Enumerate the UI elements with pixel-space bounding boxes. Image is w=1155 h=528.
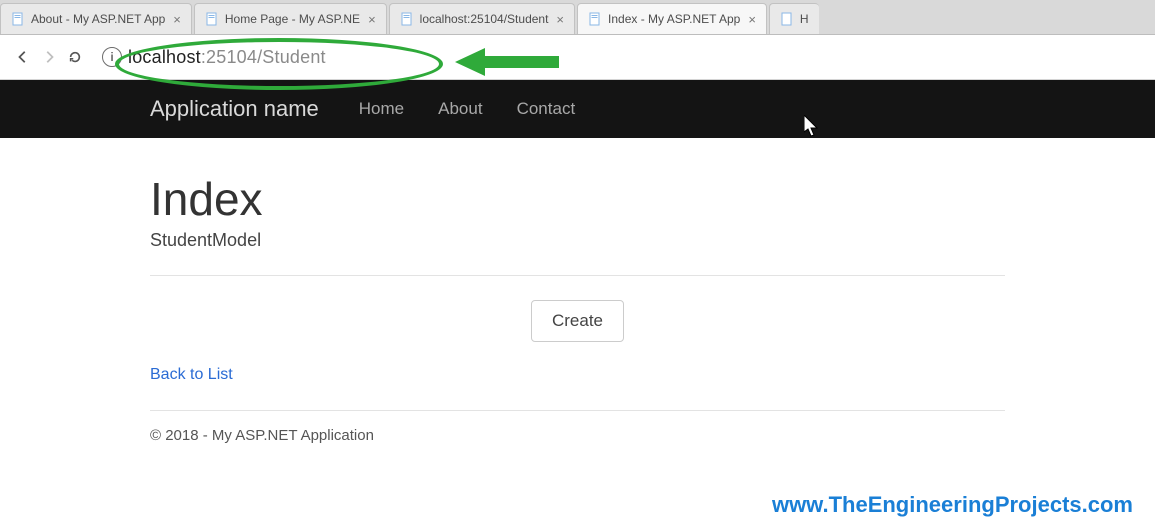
browser-tab[interactable]: Home Page - My ASP.NE × <box>194 3 387 34</box>
tab-close-icon[interactable]: × <box>748 12 756 27</box>
tab-close-icon[interactable]: × <box>173 12 181 27</box>
tab-title: localhost:25104/Student <box>420 12 549 26</box>
nav-link-contact[interactable]: Contact <box>517 99 576 119</box>
page-content: Index StudentModel Create Back to List ©… <box>0 138 1155 444</box>
create-button[interactable]: Create <box>531 300 624 342</box>
page-heading: Index <box>150 172 1005 226</box>
tab-title: Home Page - My ASP.NE <box>225 12 360 26</box>
nav-link-home[interactable]: Home <box>359 99 404 119</box>
tab-close-icon[interactable]: × <box>556 12 564 27</box>
address-bar[interactable]: i localhost:25104/Student <box>96 42 1145 72</box>
browser-tab-strip: About - My ASP.NET App × Home Page - My … <box>0 0 1155 35</box>
back-to-list-link[interactable]: Back to List <box>150 366 233 383</box>
tab-close-icon[interactable]: × <box>368 12 376 27</box>
browser-tab[interactable]: About - My ASP.NET App × <box>0 3 192 34</box>
url-text: localhost:25104/Student <box>128 47 326 68</box>
watermark-text: www.TheEngineeringProjects.com <box>772 492 1133 518</box>
browser-tab-active[interactable]: Index - My ASP.NET App × <box>577 3 767 34</box>
app-navbar: Application name Home About Contact <box>0 80 1155 138</box>
divider <box>150 410 1005 411</box>
browser-toolbar: i localhost:25104/Student <box>0 35 1155 80</box>
page-icon <box>400 12 414 26</box>
reload-button[interactable] <box>62 44 88 70</box>
page-subtitle: StudentModel <box>150 230 1005 251</box>
forward-button[interactable] <box>36 44 62 70</box>
tab-title: H <box>800 12 809 26</box>
brand-label[interactable]: Application name <box>150 96 319 122</box>
site-info-icon[interactable]: i <box>102 47 122 67</box>
divider <box>150 275 1005 276</box>
page-icon <box>11 12 25 26</box>
page-icon <box>205 12 219 26</box>
footer-text: © 2018 - My ASP.NET Application <box>150 427 1005 444</box>
tab-title: About - My ASP.NET App <box>31 12 165 26</box>
browser-tab[interactable]: localhost:25104/Student × <box>389 3 575 34</box>
back-button[interactable] <box>10 44 36 70</box>
nav-link-about[interactable]: About <box>438 99 482 119</box>
tab-title: Index - My ASP.NET App <box>608 12 740 26</box>
browser-tab[interactable]: H <box>769 3 819 34</box>
page-icon <box>588 12 602 26</box>
page-icon <box>780 12 794 26</box>
